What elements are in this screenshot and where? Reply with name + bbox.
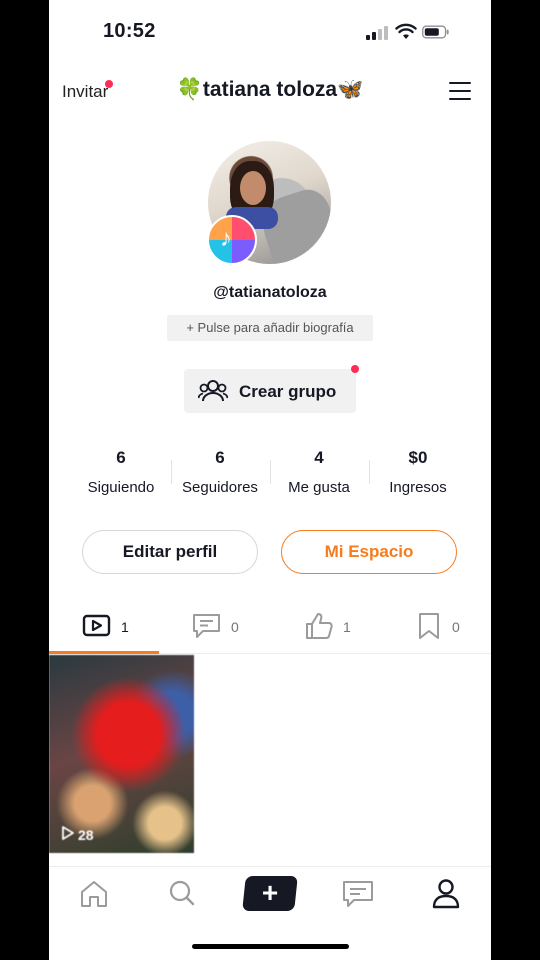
add-bio-button[interactable]: + Pulse para añadir biografía	[167, 315, 373, 341]
stat-value: 4	[314, 448, 324, 467]
add-icon: +	[261, 877, 279, 908]
group-icon	[198, 380, 228, 402]
home-icon[interactable]	[72, 878, 116, 910]
video-thumbnail[interactable]: 28	[49, 655, 194, 853]
username: @tatianatoloza	[213, 284, 327, 301]
tiktok-badge-icon: ♪	[207, 215, 257, 265]
search-icon[interactable]	[160, 878, 204, 910]
tab-liked[interactable]: 1	[304, 606, 384, 654]
bottom-nav-divider	[49, 866, 491, 867]
status-time: 10:52	[103, 20, 156, 42]
video-icon	[82, 614, 111, 637]
tab-videos[interactable]: 1	[82, 606, 162, 654]
stat-label: Ingresos	[389, 479, 447, 496]
active-tab-indicator	[49, 651, 159, 654]
stat-following[interactable]: 6 Siguiendo	[71, 448, 171, 496]
profile-display-name: 🍀tatiana toloza🦋	[176, 78, 364, 101]
stat-label: Seguidores	[182, 479, 258, 496]
video-view-count: 28	[78, 827, 94, 843]
stat-value: $0	[408, 448, 428, 467]
create-group-notification-dot	[351, 365, 359, 373]
stat-value: 6	[215, 448, 225, 467]
tab-count: 0	[231, 619, 239, 635]
home-indicator	[192, 944, 349, 949]
comment-icon	[193, 614, 220, 638]
messages-icon[interactable]	[336, 878, 380, 910]
play-icon	[62, 826, 74, 840]
wifi-icon	[395, 23, 417, 39]
create-group-button[interactable]: Crear grupo	[184, 369, 356, 413]
stat-label: Siguiendo	[87, 479, 155, 496]
thumbs-up-icon	[306, 613, 333, 639]
stat-earnings[interactable]: $0 Ingresos	[368, 448, 468, 496]
profile-screen: 10:52 Invitar 🍀tatiana toloza🦋 ♪ @tatian…	[49, 0, 491, 960]
stat-label: Me gusta	[288, 479, 350, 496]
stat-value: 6	[116, 448, 126, 467]
bookmark-icon	[419, 613, 439, 639]
hamburger-menu-icon[interactable]	[449, 81, 471, 101]
tab-comments[interactable]: 0	[192, 606, 272, 654]
create-group-label: Crear grupo	[239, 382, 337, 401]
tab-count: 1	[121, 619, 129, 635]
tab-count: 0	[452, 619, 460, 635]
tab-count: 1	[343, 619, 351, 635]
battery-icon	[422, 25, 449, 39]
profile-icon[interactable]	[424, 878, 468, 910]
add-button[interactable]: +	[242, 876, 298, 911]
tab-saved[interactable]: 0	[417, 606, 477, 654]
stat-followers[interactable]: 6 Seguidores	[170, 448, 270, 496]
my-space-button[interactable]: Mi Espacio	[281, 530, 457, 574]
profile-tabs: 1 0 1 0	[49, 606, 491, 654]
stat-likes[interactable]: 4 Me gusta	[269, 448, 369, 496]
cellular-signal-icon	[366, 26, 388, 40]
edit-profile-button[interactable]: Editar perfil	[82, 530, 258, 574]
